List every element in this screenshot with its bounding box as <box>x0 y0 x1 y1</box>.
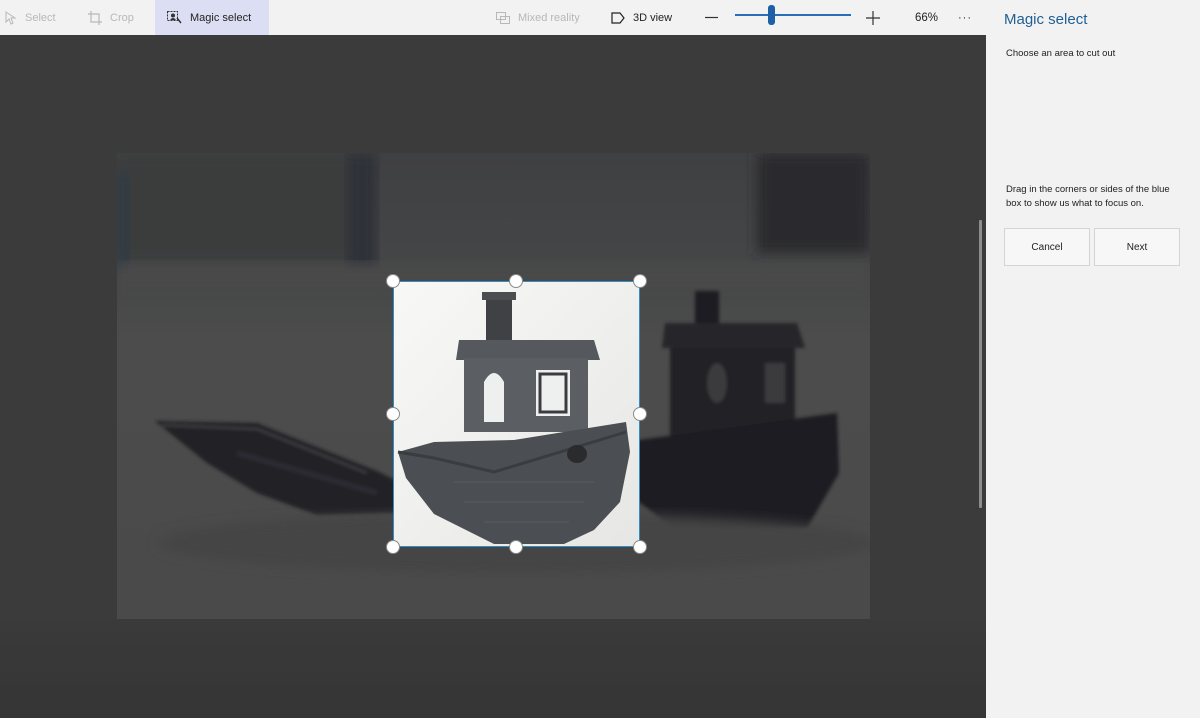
more-options-button[interactable]: ··· <box>958 0 972 35</box>
view-3d-label: 3D view <box>633 11 673 24</box>
magic-select-panel: Magic select Choose an area to cut out D… <box>986 0 1200 718</box>
zoom-in-button[interactable] <box>866 0 880 35</box>
crop-icon <box>88 10 102 25</box>
select-cursor-icon <box>5 10 17 25</box>
selected-photo-region <box>394 282 639 546</box>
resize-handle-bottom-right[interactable] <box>633 540 647 554</box>
resize-handle-top[interactable] <box>509 274 523 288</box>
more-icon: ··· <box>958 11 972 24</box>
crop-tool-label: Crop <box>110 11 134 24</box>
resize-handle-bottom-left[interactable] <box>386 540 400 554</box>
zoom-slider-thumb[interactable] <box>768 5 775 25</box>
minus-icon <box>705 11 718 24</box>
resize-handle-top-left[interactable] <box>386 274 400 288</box>
mixed-reality-icon <box>496 11 510 24</box>
toolbar: Select Crop Magic select Mixed reality 3… <box>0 0 986 35</box>
resize-handle-left[interactable] <box>386 407 400 421</box>
magic-select-box[interactable] <box>393 281 640 547</box>
magic-select-icon <box>167 11 182 24</box>
canvas-scrollbar[interactable] <box>979 220 982 508</box>
zoom-slider-track <box>735 14 851 16</box>
magic-select-tool[interactable]: Magic select <box>155 0 269 35</box>
zoom-out-button[interactable] <box>705 0 718 35</box>
select-tool[interactable]: Select <box>5 0 56 35</box>
mixed-reality-label: Mixed reality <box>518 11 580 24</box>
cancel-button[interactable]: Cancel <box>1004 228 1090 266</box>
canvas-bottom-shade <box>0 619 986 718</box>
select-tool-label: Select <box>25 11 56 24</box>
view-3d-icon <box>611 11 625 24</box>
panel-title: Magic select <box>1004 11 1088 28</box>
next-button[interactable]: Next <box>1094 228 1180 266</box>
crop-tool[interactable]: Crop <box>88 0 134 35</box>
magic-select-label: Magic select <box>190 11 252 24</box>
panel-instructions: Drag in the corners or sides of the blue… <box>1006 184 1170 209</box>
panel-subtitle: Choose an area to cut out <box>1006 48 1116 59</box>
resize-handle-top-right[interactable] <box>633 274 647 288</box>
resize-handle-right[interactable] <box>633 407 647 421</box>
view-3d-tool[interactable]: 3D view <box>611 0 672 35</box>
plus-icon <box>866 10 880 25</box>
mixed-reality-tool[interactable]: Mixed reality <box>496 0 580 35</box>
zoom-level-text: 66% <box>915 11 939 24</box>
resize-handle-bottom[interactable] <box>509 540 523 554</box>
zoom-level: 66% <box>915 0 938 35</box>
